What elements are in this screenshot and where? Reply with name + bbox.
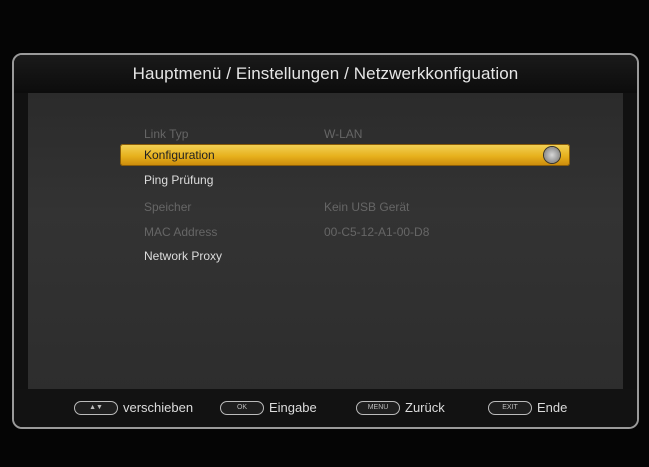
menu-item-konfiguration[interactable]: Konfiguration [120, 144, 570, 166]
menu-item-value: 00-C5-12-A1-00-D8 [324, 225, 430, 239]
menu-item-label: Link Typ [144, 127, 189, 141]
menu-panel: Link Typ W-LAN Konfiguration Ping Prüfun… [28, 93, 623, 393]
hint-menu: MENU Zurück [356, 400, 445, 415]
menu-item-mac-address: MAC Address 00-C5-12-A1-00-D8 [120, 221, 570, 243]
menu-item-label: Konfiguration [144, 148, 215, 162]
menu-item-label: MAC Address [144, 225, 218, 239]
menu-item-label: Network Proxy [144, 249, 223, 263]
menu-item-link-typ: Link Typ W-LAN [120, 123, 570, 145]
menu-item-value: Kein USB Gerät [324, 200, 410, 214]
hint-ok-label: Eingabe [269, 400, 317, 415]
exit-button-icon: EXIT [488, 400, 532, 415]
ok-button-icon: OK [220, 400, 264, 415]
menu-item-label: Speicher [144, 200, 192, 214]
menu-button-icon: MENU [356, 400, 400, 415]
menu-item-label: Ping Prüfung [144, 173, 214, 187]
page-title: Hauptmenü / Einstellungen / Netzwerkkonf… [132, 64, 519, 83]
hint-move-label: verschieben [123, 400, 194, 415]
menu-item-speicher: Speicher Kein USB Gerät [120, 196, 570, 218]
hint-menu-label: Zurück [405, 400, 445, 415]
hint-exit: EXIT Ende [488, 400, 567, 415]
footer-hints: ▲▼ verschieben OK Eingabe MENU Zurück EX… [14, 389, 637, 427]
title-bar: Hauptmenü / Einstellungen / Netzwerkkonf… [14, 55, 637, 93]
settings-disc-icon [544, 147, 560, 163]
arrow-keys-icon: ▲▼ [74, 400, 118, 415]
menu-item-value: W-LAN [324, 127, 363, 141]
hint-exit-label: Ende [537, 400, 568, 415]
hint-ok: OK Eingabe [220, 400, 317, 415]
menu-item-ping-pruefung[interactable]: Ping Prüfung [120, 169, 570, 191]
hint-move: ▲▼ verschieben [74, 400, 193, 415]
tv-menu-screen: Hauptmenü / Einstellungen / Netzwerkkonf… [12, 53, 639, 429]
menu-item-network-proxy[interactable]: Network Proxy [120, 245, 570, 267]
